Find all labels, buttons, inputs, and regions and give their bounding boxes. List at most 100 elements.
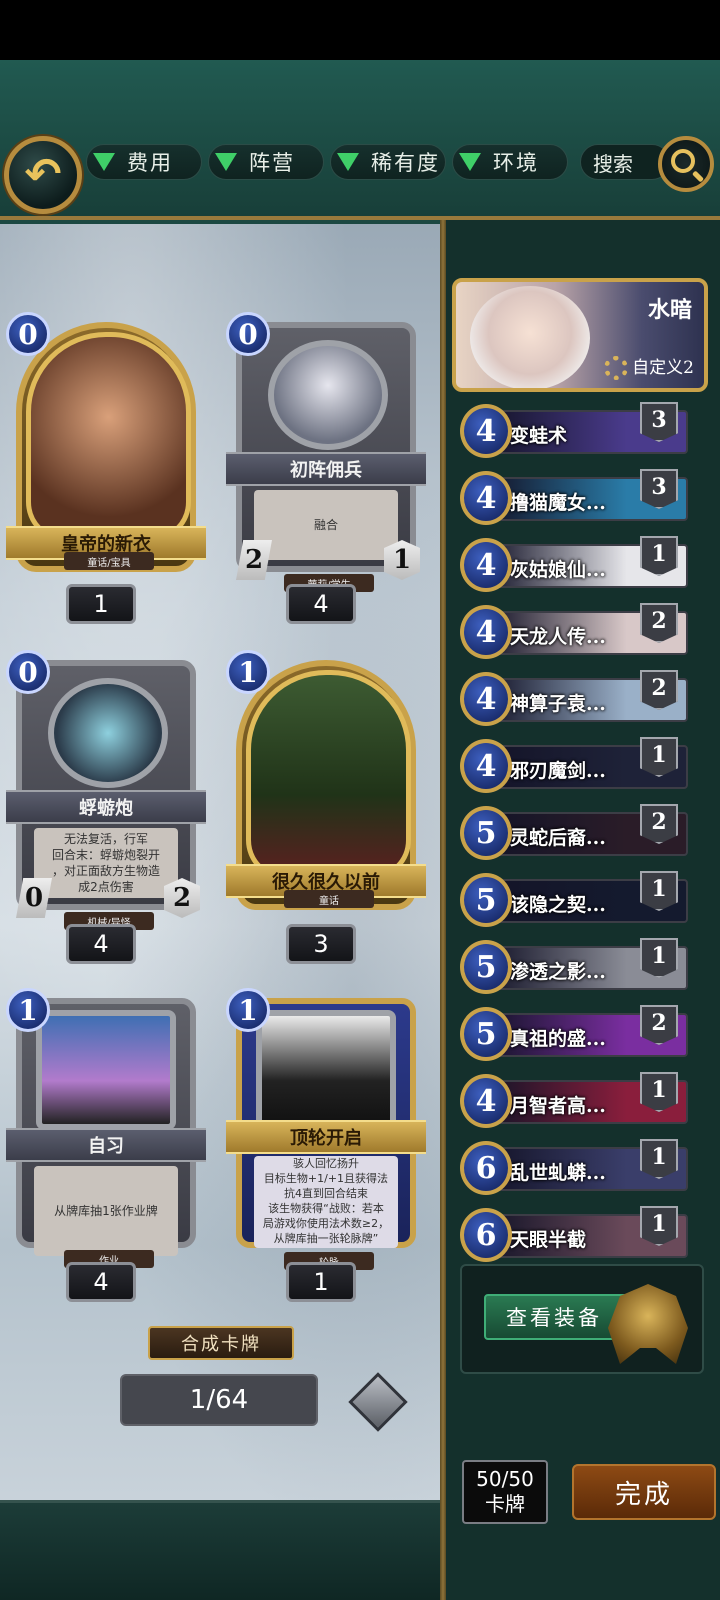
deck-item-name: 撸猫魔女... [510,492,606,514]
card-text: 从牌库抽1张作业牌 [34,1166,178,1256]
deck-item-cost: 6 [475,1217,497,1253]
card-art [256,1010,396,1130]
next-page-button[interactable] [348,1370,408,1434]
deck-item-cost-gem: 4 [460,1074,512,1128]
deck-card-count: 50/50 卡牌 [462,1460,548,1524]
deck-item-cost-gem: 5 [460,806,512,860]
deck-item-quantity-value: 3 [651,474,667,500]
deck-item-name: 天眼半截 [510,1229,587,1251]
card-cost-gem: 1 [226,650,270,694]
card-first-mercenary[interactable]: 初阵佣兵 融合 萝莉/学生 0 2 1 [226,312,426,592]
search-input[interactable]: 搜索 [580,144,670,180]
deck-item-cost: 4 [475,547,497,583]
deck-item-cost: 4 [475,1083,497,1119]
deck-list-item[interactable]: 神算子袁... 4 2 [460,670,690,728]
deck-item-quantity-value: 1 [651,1077,667,1103]
deck-item-name: 邪刃魔剑... [510,760,606,782]
card-emperors-new-clothes[interactable]: 皇帝的新衣 童话/宝具 0 [6,312,206,572]
deck-item-quantity-value: 2 [651,809,667,835]
deck-item-name: 神算子袁... [510,693,606,715]
card-crown-chakra-open[interactable]: 顶轮开启 骇人回忆扬升 目标生物+1/+1且获得法 抗4直到回合结束 该生物获得… [226,988,426,1270]
deck-item-name: 真祖的盛... [510,1028,606,1050]
deck-item-cost-gem: 4 [460,471,512,525]
gear-icon[interactable] [604,356,628,380]
card-tag: 童话 [284,890,374,908]
dropdown-triangle-icon [459,153,481,171]
deck-item-cost: 4 [475,413,497,449]
dropdown-triangle-icon [215,153,237,171]
card-cost-gem: 0 [6,312,50,356]
deck-list-item[interactable]: 灰姑娘仙... 4 1 [460,536,690,594]
card-text-content: 骇人回忆扬升 目标生物+1/+1且获得法 抗4直到回合结束 该生物获得“战败：若… [262,1157,390,1245]
card-cost: 1 [238,993,258,1027]
filter-environment[interactable]: 环境 [452,144,568,180]
card-art [36,1010,176,1130]
deck-item-name: 灵蛇后裔... [510,827,606,849]
filter-bar: ↶ 费用 阵营 稀有度 环境 搜索 [0,60,720,220]
bottom-bar [0,1500,440,1600]
deck-list-item[interactable]: 撸猫魔女... 4 3 [460,469,690,527]
deck-item-cost-gem: 4 [460,739,512,793]
deck-item-name: 月智者高... [510,1095,606,1117]
deck-item-cost-gem: 4 [460,605,512,659]
deck-list-item[interactable]: 天龙人传... 4 2 [460,603,690,661]
deck-item-cost: 4 [475,748,497,784]
card-name-banner: 蜉蝣炮 [6,790,206,824]
filter-faction[interactable]: 阵营 [208,144,324,180]
deck-list-item[interactable]: 月智者高... 4 1 [460,1072,690,1130]
deck-item-cost-gem: 6 [460,1208,512,1262]
deck-item-name: 该隐之契... [510,894,606,916]
deck-list-item[interactable]: 乱世虬蟒... 6 1 [460,1139,690,1197]
card-count: 4 [66,1262,136,1302]
deck-item-cost-gem: 4 [460,404,512,458]
back-button[interactable]: ↶ [4,136,82,214]
hero-banner[interactable]: 水暗 自定义2 [452,278,708,392]
hero-name: 水暗 [647,297,692,323]
deck-list-item[interactable]: 变蛙术 4 3 [460,402,690,460]
deck-item-quantity-value: 3 [651,407,667,433]
deck-item-quantity-value: 1 [651,742,667,768]
search-button[interactable] [658,136,714,192]
deck-name: 自定义2 [632,358,694,378]
card-art [246,670,411,880]
card-once-upon-a-time[interactable]: 很久很久以前 童话 1 [226,650,426,910]
deck-list-item[interactable]: 灵蛇后裔... 5 2 [460,804,690,862]
card-cost: 1 [238,655,258,689]
card-health: 2 [164,878,200,918]
card-self-study[interactable]: 自习 从牌库抽1张作业牌 作业 1 [6,988,206,1268]
card-cost-gem: 1 [6,988,50,1032]
search-placeholder: 搜索 [593,151,633,176]
card-text: 无法复活，行军 回合末：蜉蝣炮裂开 ，对正面敌方生物造 成2点伤害 [34,828,178,898]
card-name-banner: 顶轮开启 [226,1120,426,1154]
filter-rarity[interactable]: 稀有度 [330,144,446,180]
hero-portrait [470,286,590,388]
deck-list-item[interactable]: 真祖的盛... 5 2 [460,1005,690,1063]
card-cost-gem: 1 [226,988,270,1032]
card-count-value: 1 [313,1268,329,1296]
card-cost: 0 [18,655,38,689]
card-cost: 0 [238,317,258,351]
page-indicator: 1/64 [120,1374,318,1426]
deck-item-quantity-value: 1 [651,943,667,969]
card-cost: 1 [18,993,38,1027]
filter-cost[interactable]: 费用 [86,144,202,180]
deck-item-cost: 5 [475,815,497,851]
deck-list-item[interactable]: 该隐之契... 5 1 [460,871,690,929]
card-health-value: 2 [172,883,192,913]
done-button[interactable]: 完成 [572,1464,716,1520]
card-name-banner: 初阵佣兵 [226,452,426,486]
deck-item-quantity-value: 1 [651,876,667,902]
deck-list-item[interactable]: 渗透之影... 5 1 [460,938,690,996]
deck-card-list[interactable]: 变蛙术 4 3 撸猫魔女... 4 3 灰姑娘仙... 4 1 天龙人传... 4 2 神算子袁... 4… [460,402,704,1264]
deck-item-cost: 5 [475,949,497,985]
card-mayfly-cannon[interactable]: 蜉蝣炮 无法复活，行军 回合末：蜉蝣炮裂开 ，对正面敌方生物造 成2点伤害 机械… [6,650,206,930]
card-cost: 0 [18,317,38,351]
card-text: 骇人回忆扬升 目标生物+1/+1且获得法 抗4直到回合结束 该生物获得“战败：若… [254,1156,398,1248]
filter-rarity-label: 稀有度 [371,151,440,175]
deck-list-item[interactable]: 天眼半截 6 1 [460,1206,690,1264]
deck-item-quantity-value: 1 [651,1144,667,1170]
card-count-value: 4 [93,1268,109,1296]
synthesize-card-button[interactable]: 合成卡牌 [148,1326,294,1360]
card-name: 顶轮开启 [290,1128,362,1149]
deck-list-item[interactable]: 邪刃魔剑... 4 1 [460,737,690,795]
